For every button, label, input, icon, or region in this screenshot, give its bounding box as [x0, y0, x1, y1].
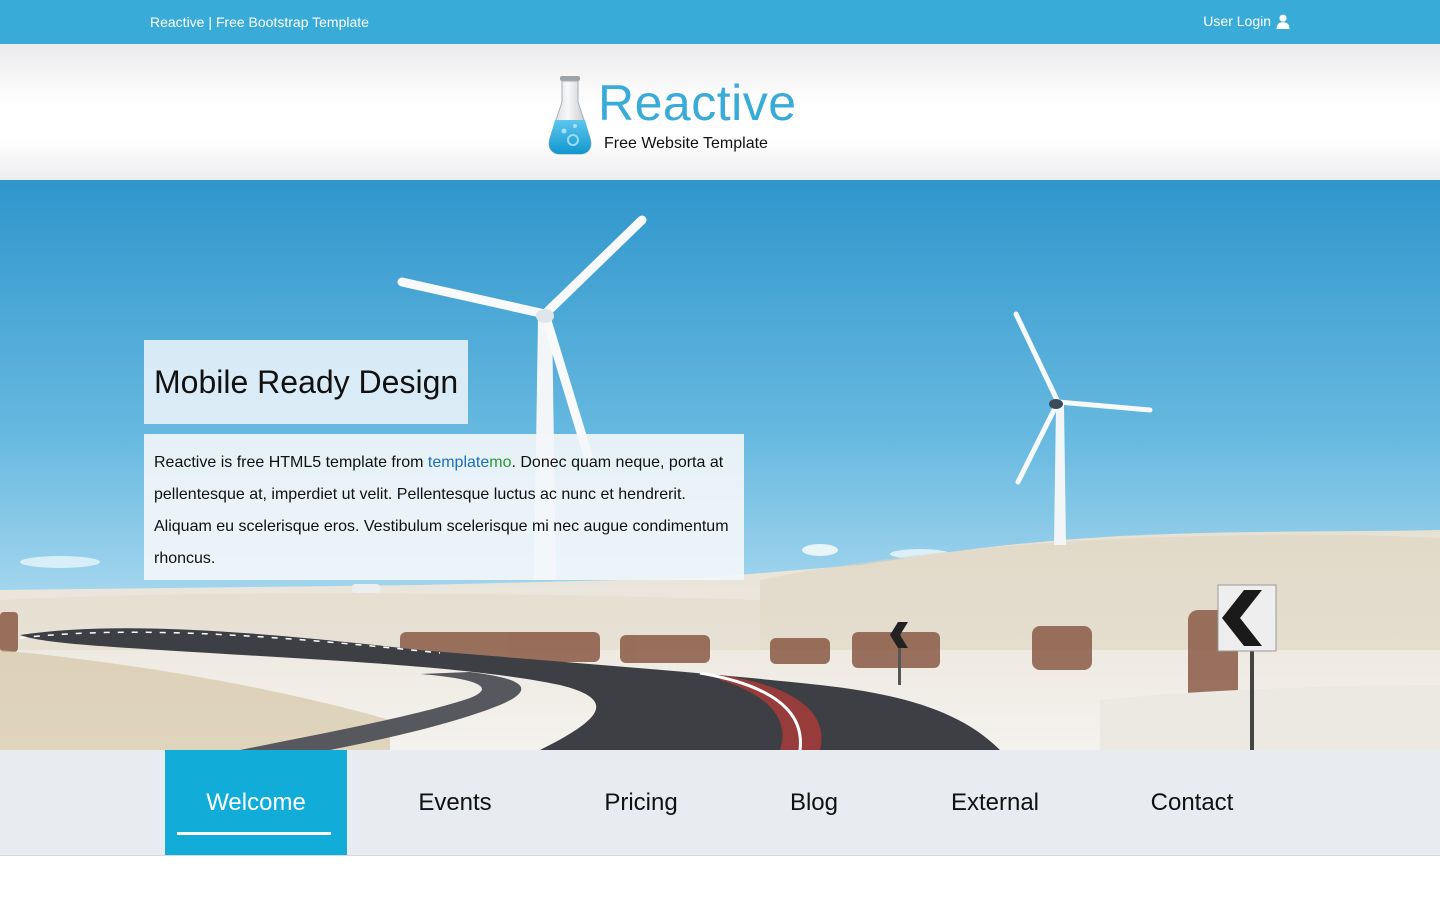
templatemo-link[interactable]: templatemo — [428, 454, 512, 471]
slide-text-intro: Reactive is free HTML5 template from — [154, 454, 428, 471]
nav-tab-pricing[interactable]: Pricing — [551, 750, 731, 855]
nav-tab-label: Contact — [1150, 788, 1234, 816]
brand-logo-link[interactable]: Reactive Free Website Template — [548, 75, 818, 158]
nav-tab-label: Events — [418, 788, 492, 816]
nav-tab-label: External — [950, 788, 1040, 816]
hero-slider: Mobile Ready Design Reactive is free HTM… — [0, 180, 1440, 750]
nav-tab-contact[interactable]: Contact — [1102, 750, 1282, 855]
slide-title-box: Mobile Ready Design — [144, 340, 469, 424]
nav-tab-label: Blog — [789, 788, 839, 816]
flask-icon — [548, 76, 592, 155]
templatemo-link-part1: template — [427, 454, 490, 471]
site-title: Reactive | Free Bootstrap Template — [150, 14, 369, 30]
nav-tab-external[interactable]: External — [905, 750, 1085, 855]
nav-tab-events[interactable]: Events — [365, 750, 545, 855]
site-header: Reactive Free Website Template — [0, 44, 1440, 180]
nav-tab-label: Pricing — [604, 788, 678, 816]
nav-tab-label: Welcome — [206, 788, 306, 816]
user-icon — [1276, 14, 1290, 29]
top-bar: Reactive | Free Bootstrap Template User … — [0, 0, 1440, 44]
slide-title: Mobile Ready Design — [154, 363, 459, 400]
user-login-label: User Login — [1203, 13, 1271, 29]
user-login-link[interactable]: User Login — [1203, 13, 1290, 29]
active-tab-underline — [177, 832, 331, 835]
templatemo-link-part2: mo — [489, 454, 512, 471]
brand-tagline: Free Website Template — [604, 135, 768, 152]
main-navigation: Welcome Events Pricing Blog External Con… — [0, 750, 1440, 856]
nav-tab-welcome[interactable]: Welcome — [165, 750, 347, 855]
brand-name: Reactive — [598, 75, 797, 131]
nav-tab-blog[interactable]: Blog — [724, 750, 904, 855]
slide-description: Reactive is free HTML5 template from tem… — [144, 434, 744, 580]
